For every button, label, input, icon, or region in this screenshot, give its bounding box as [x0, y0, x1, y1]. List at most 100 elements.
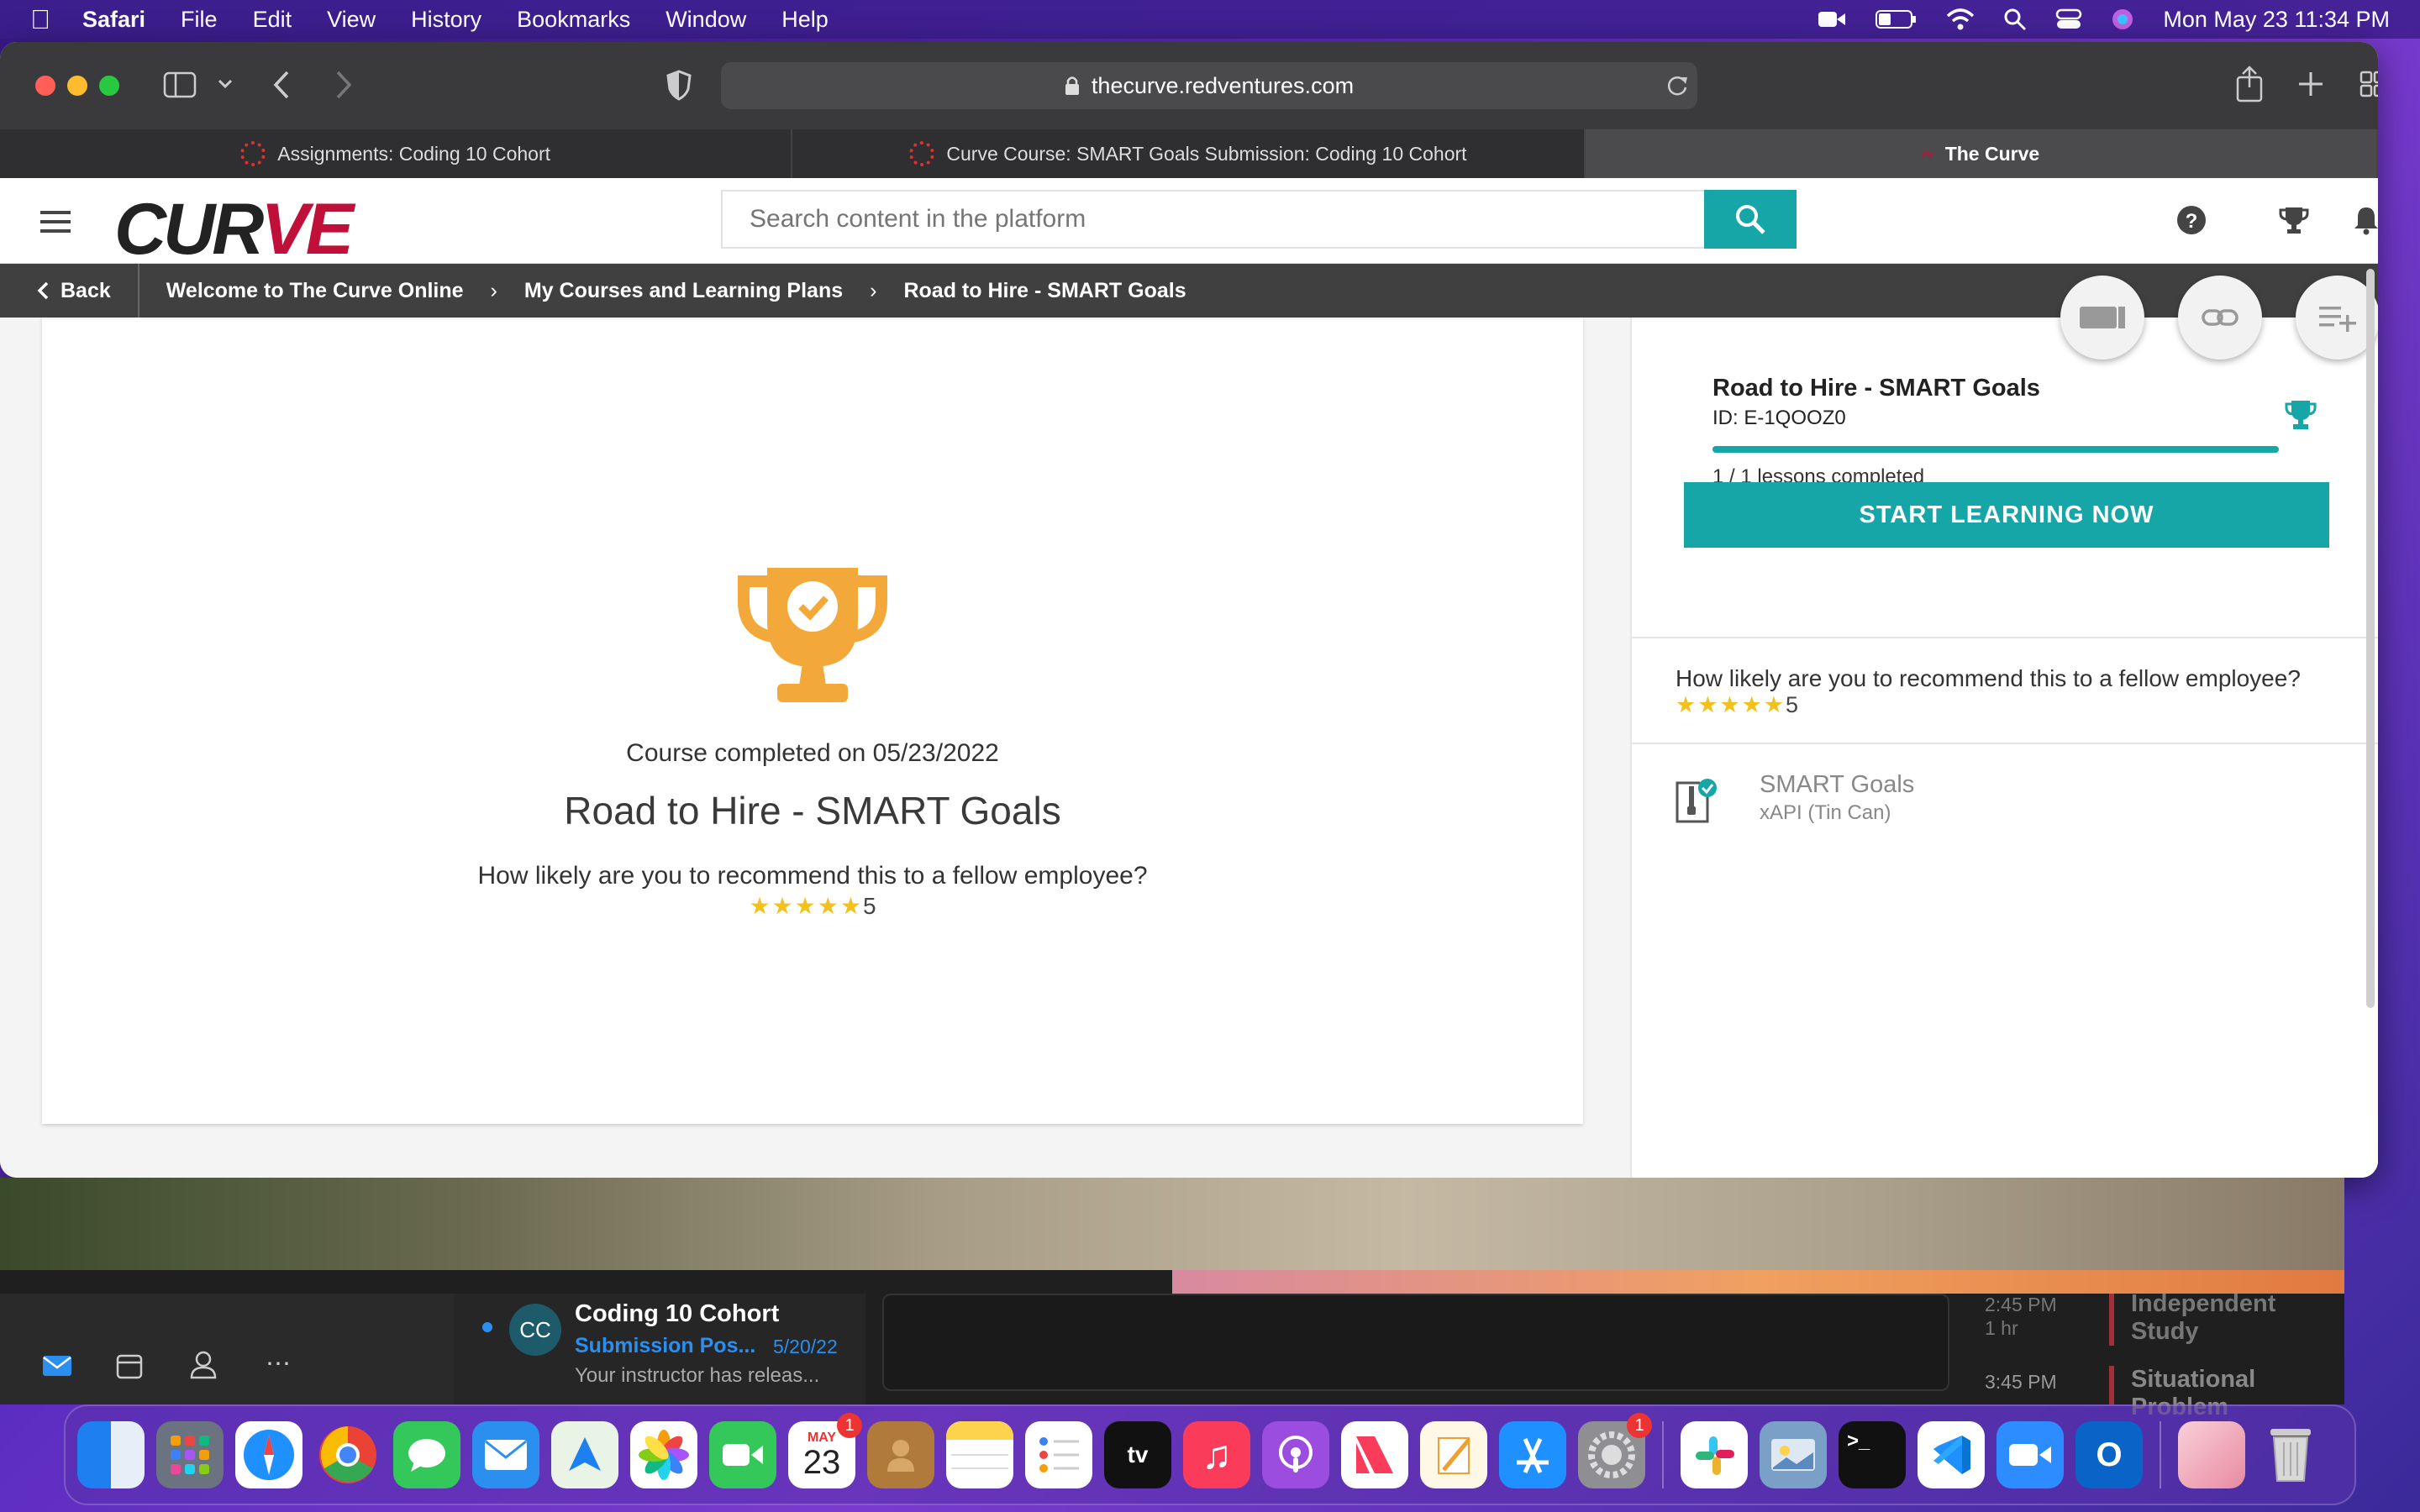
video-fab-button[interactable]: [2060, 276, 2144, 360]
menu-help[interactable]: Help: [781, 7, 829, 33]
slack-icon[interactable]: [1681, 1421, 1748, 1488]
vscode-icon[interactable]: [1918, 1421, 1985, 1488]
menu-window[interactable]: Window: [666, 7, 746, 33]
trophy-check-icon: [737, 563, 888, 706]
dock-separator: [2160, 1421, 2161, 1488]
launchpad-icon[interactable]: [156, 1421, 224, 1488]
music-icon[interactable]: ♫: [1183, 1421, 1250, 1488]
more-icon[interactable]: ⋯: [266, 1349, 291, 1378]
breadcrumb-item-my-courses[interactable]: My Courses and Learning Plans: [524, 279, 843, 303]
hamburger-menu-icon[interactable]: [40, 208, 74, 235]
address-bar[interactable]: thecurve.redventures.com: [721, 62, 1697, 109]
menu-bookmarks[interactable]: Bookmarks: [517, 7, 630, 33]
reload-icon[interactable]: [1665, 74, 1689, 97]
apple-menu-icon[interactable]: : [30, 6, 50, 33]
rating[interactable]: ★★★★★5: [42, 892, 1583, 920]
event-bar: [2109, 1294, 2114, 1346]
back-icon[interactable]: [271, 69, 292, 101]
wifi-icon[interactable]: [1946, 8, 1975, 31]
lesson-title: SMART Goals: [1760, 771, 1915, 798]
search-button[interactable]: [1704, 190, 1797, 249]
event-duration: 1 hr: [1985, 1317, 2018, 1339]
battery-icon[interactable]: [1876, 8, 1918, 30]
calendar-icon[interactable]: [116, 1352, 143, 1379]
camera-status-icon[interactable]: [1817, 7, 1847, 32]
app-store-icon[interactable]: [1499, 1421, 1566, 1488]
preview-icon[interactable]: [1760, 1421, 1827, 1488]
contacts-icon[interactable]: [867, 1421, 934, 1488]
breadcrumb-item-current: Road to Hire - SMART Goals: [903, 278, 1186, 302]
chevron-down-icon[interactable]: [217, 76, 234, 92]
finder-icon[interactable]: [77, 1421, 145, 1488]
close-window-button[interactable]: [35, 76, 55, 96]
pages-icon[interactable]: [1420, 1421, 1487, 1488]
outlook-icon[interactable]: O: [2075, 1421, 2143, 1488]
message-sender[interactable]: Coding 10 Cohort: [575, 1300, 779, 1328]
event-title[interactable]: Independent Study: [2131, 1290, 2344, 1346]
menu-view[interactable]: View: [327, 7, 376, 33]
safari-icon[interactable]: [235, 1421, 302, 1488]
tab-overview-icon[interactable]: [2360, 71, 2378, 97]
share-icon[interactable]: [2235, 66, 2264, 102]
photos-icon[interactable]: [630, 1421, 697, 1488]
new-tab-icon[interactable]: [2297, 71, 2324, 97]
trash-icon[interactable]: [2257, 1421, 2324, 1488]
rating-stars-icon[interactable]: ★★★★★: [1676, 692, 1786, 717]
curve-logo[interactable]: CURVE: [114, 188, 354, 271]
reminders-icon[interactable]: [1025, 1421, 1092, 1488]
chrome-icon[interactable]: [314, 1421, 381, 1488]
sidebar-rating[interactable]: ★★★★★5: [1676, 692, 1798, 718]
menu-edit[interactable]: Edit: [253, 7, 292, 33]
tab-curve-course-submission[interactable]: Curve Course: SMART Goals Submission: Co…: [792, 129, 1586, 178]
video-icon: [2078, 305, 2127, 330]
mail-app-icon[interactable]: [472, 1421, 539, 1488]
event-bar: [2109, 1366, 2114, 1404]
messages-icon[interactable]: [393, 1421, 460, 1488]
lesson-type: xAPI (Tin Can): [1760, 801, 1891, 824]
calendar-day: 23: [802, 1444, 841, 1481]
zoom-icon[interactable]: [1996, 1421, 2064, 1488]
message-subject[interactable]: Submission Pos...: [575, 1334, 755, 1358]
trophy-icon[interactable]: [2279, 205, 2309, 235]
privacy-shield-icon[interactable]: [666, 69, 692, 101]
help-icon[interactable]: ?: [2176, 205, 2207, 235]
tab-label: Curve Course: SMART Goals Submission: Co…: [946, 142, 1467, 165]
control-center-icon[interactable]: [2055, 8, 2082, 31]
terminal-icon[interactable]: >_: [1839, 1421, 1906, 1488]
menu-file[interactable]: File: [181, 7, 218, 33]
downloads-stack-icon[interactable]: [2178, 1421, 2245, 1488]
menu-safari[interactable]: Safari: [82, 7, 145, 33]
tab-the-curve[interactable]: rv The Curve: [1585, 129, 2378, 178]
back-label: Back: [60, 278, 111, 302]
site-header: CURVE ?: [0, 178, 2378, 270]
calendar-app-icon[interactable]: MAY 23 1: [788, 1413, 862, 1488]
back-link[interactable]: Back: [0, 264, 139, 318]
tab-assignments[interactable]: Assignments: Coding 10 Cohort: [0, 129, 793, 178]
rating-stars-icon[interactable]: ★★★★★: [749, 893, 863, 919]
system-preferences-icon[interactable]: 1: [1578, 1413, 1652, 1488]
minimize-window-button[interactable]: [67, 76, 87, 96]
breadcrumb: Back Welcome to The Curve Online › My Co…: [0, 264, 2378, 318]
notifications-bell-icon[interactable]: [2353, 205, 2378, 235]
mail-icon[interactable]: [42, 1354, 72, 1378]
people-icon[interactable]: [190, 1351, 217, 1379]
sidebar-toggle-icon[interactable]: [163, 71, 197, 99]
facetime-icon[interactable]: [709, 1421, 776, 1488]
link-fab-button[interactable]: [2178, 276, 2262, 360]
settings-badge: 1: [1627, 1413, 1652, 1438]
breadcrumb-item-welcome[interactable]: Welcome to The Curve Online: [166, 279, 464, 303]
start-learning-button[interactable]: START LEARNING NOW: [1684, 482, 2329, 548]
siri-icon[interactable]: [2111, 8, 2134, 31]
zoom-window-button[interactable]: [99, 76, 119, 96]
search-input[interactable]: [721, 190, 1706, 249]
notes-icon[interactable]: [946, 1421, 1013, 1488]
podcasts-icon[interactable]: [1262, 1421, 1329, 1488]
maps-icon[interactable]: [551, 1421, 618, 1488]
page-scrollbar[interactable]: [2366, 269, 2375, 1008]
news-icon[interactable]: [1341, 1421, 1408, 1488]
spotlight-search-icon[interactable]: [2003, 8, 2027, 31]
apple-tv-icon[interactable]: tv: [1104, 1421, 1171, 1488]
menu-clock[interactable]: Mon May 23 11:34 PM: [2163, 7, 2390, 33]
menu-history[interactable]: History: [411, 7, 481, 33]
forward-icon[interactable]: [333, 69, 355, 101]
